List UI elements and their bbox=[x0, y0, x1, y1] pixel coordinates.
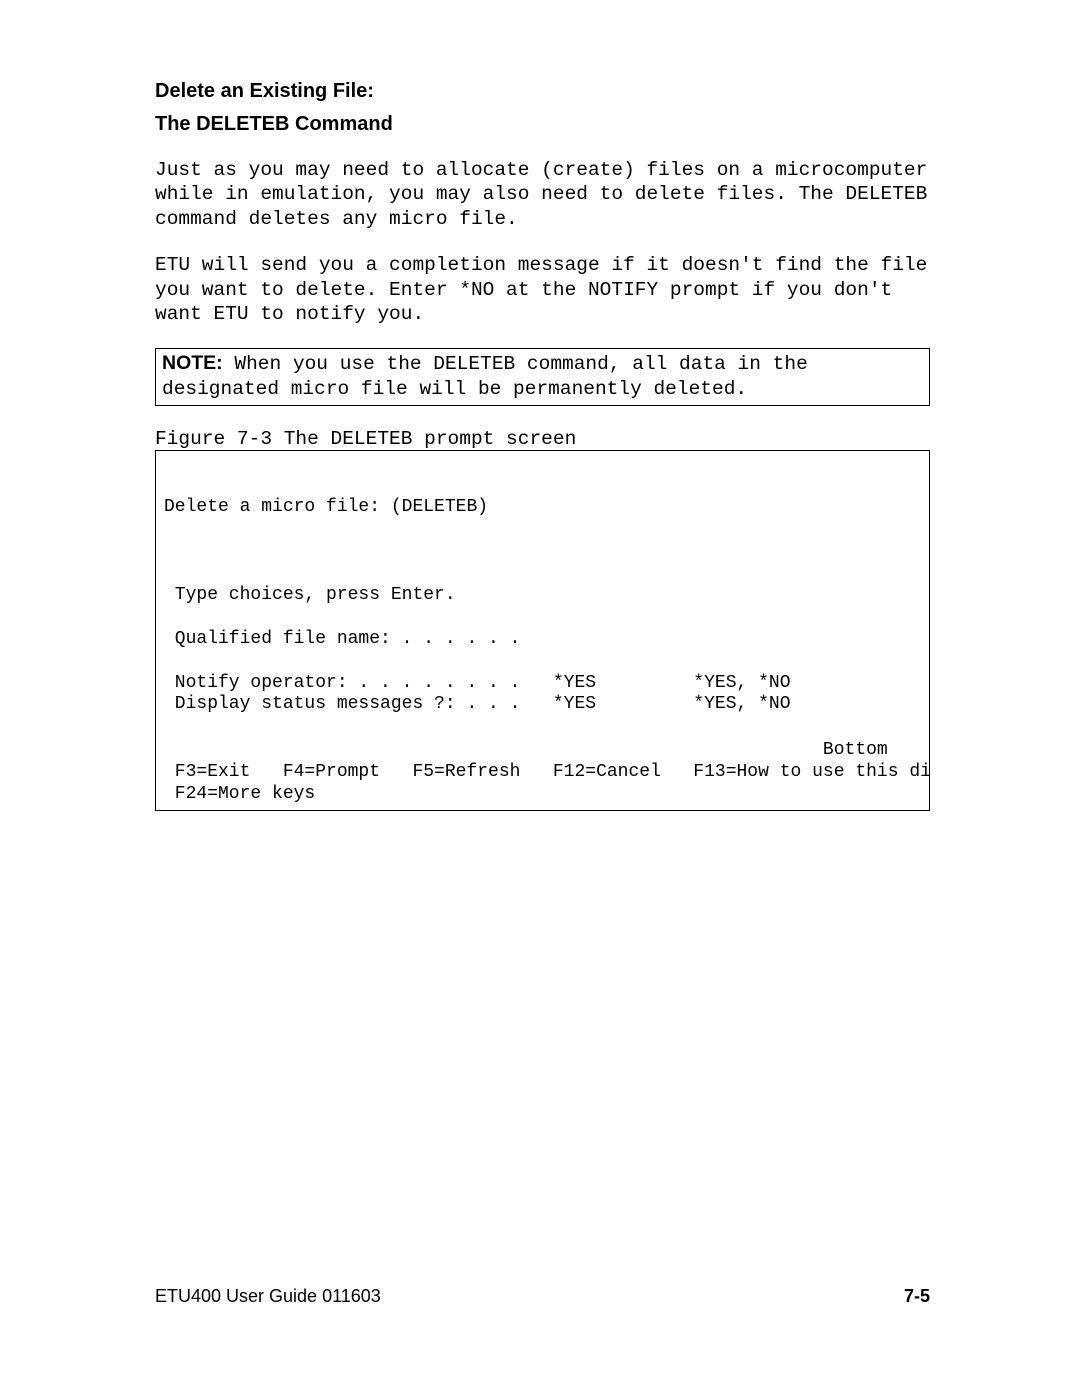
prompt-instruction: Type choices, press Enter. bbox=[164, 585, 456, 605]
page-footer: ETU400 User Guide 011603 7-5 bbox=[155, 1286, 930, 1307]
prompt-row-status: Display status messages ?: . . . *YES *Y… bbox=[164, 694, 791, 714]
prompt-row-filename: Qualified file name: . . . . . . bbox=[164, 629, 520, 649]
footer-right: 7-5 bbox=[904, 1286, 930, 1307]
footer-left: ETU400 User Guide 011603 bbox=[155, 1286, 381, 1307]
prompt-body: Type choices, press Enter. Qualified fil… bbox=[164, 563, 921, 739]
note-text: When you use the DELETEB command, all da… bbox=[162, 353, 808, 399]
prompt-row-notify: Notify operator: . . . . . . . . *YES *Y… bbox=[164, 673, 791, 693]
prompt-title: Delete a micro file: (DELETEB) bbox=[164, 497, 921, 519]
prompt-footer: Bottom F3=Exit F4=Prompt F5=Refresh F12=… bbox=[164, 740, 921, 806]
paragraph-2: ETU will send you a completion message i… bbox=[155, 253, 930, 326]
note-box: NOTE: When you use the DELETEB command, … bbox=[155, 348, 930, 406]
bottom-indicator: Bottom bbox=[164, 740, 888, 760]
fkeys-line-1: F3=Exit F4=Prompt F5=Refresh F12=Cancel … bbox=[164, 762, 930, 782]
note-label: NOTE: bbox=[162, 352, 223, 374]
figure-caption: Figure 7-3 The DELETEB prompt screen bbox=[155, 428, 930, 450]
prompt-screen: Delete a micro file: (DELETEB) Type choi… bbox=[155, 450, 930, 811]
section-heading-2: The DELETEB Command bbox=[155, 113, 930, 136]
paragraph-1: Just as you may need to allocate (create… bbox=[155, 158, 930, 231]
document-page: Delete an Existing File: The DELETEB Com… bbox=[0, 0, 1080, 811]
section-heading-1: Delete an Existing File: bbox=[155, 80, 930, 103]
fkeys-line-2: F24=More keys bbox=[164, 784, 315, 804]
